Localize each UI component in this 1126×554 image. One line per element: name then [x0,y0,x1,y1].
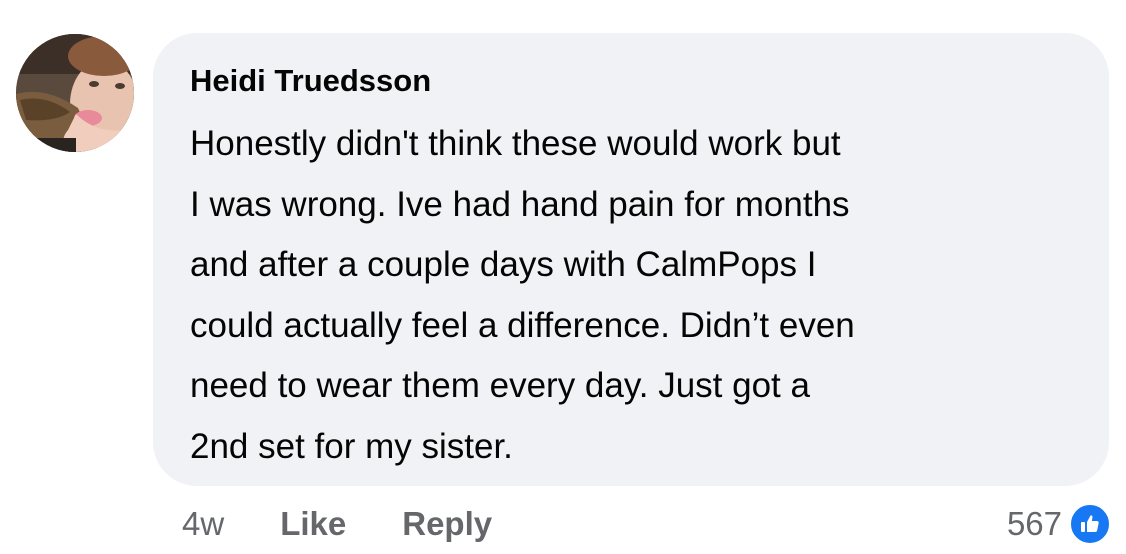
comment: Heidi Truedsson Honestly didn't think th… [0,0,1126,554]
avatar[interactable] [16,34,134,152]
thumbs-up-icon [1068,502,1112,546]
reaction-count: 567 [1006,505,1062,542]
comment-text-line: could actually feel a difference. Didn’t… [190,305,855,345]
reaction-summary[interactable]: 567 [1007,498,1112,550]
comment-author[interactable]: Heidi Truedsson [190,59,431,103]
comment-text-line: need to wear them every day. Just got a [190,366,810,405]
comment-text-line: and after a couple days with CalmPops I [190,245,817,284]
comment-text: Honestly didn't think these would work b… [190,114,1095,477]
like-button[interactable]: Like [280,505,346,543]
avatar-photo [16,34,134,152]
comment-actions: 4w Like Reply [182,498,548,550]
reply-button[interactable]: Reply [402,505,492,543]
comment-text-line: Honestly didn't think these would work b… [190,124,841,163]
comment-text-line: 2nd set for my sister. [190,426,513,466]
comment-timestamp[interactable]: 4w [182,505,224,543]
comment-text-line: I was wrong. Ive had hand pain for month… [190,184,850,224]
